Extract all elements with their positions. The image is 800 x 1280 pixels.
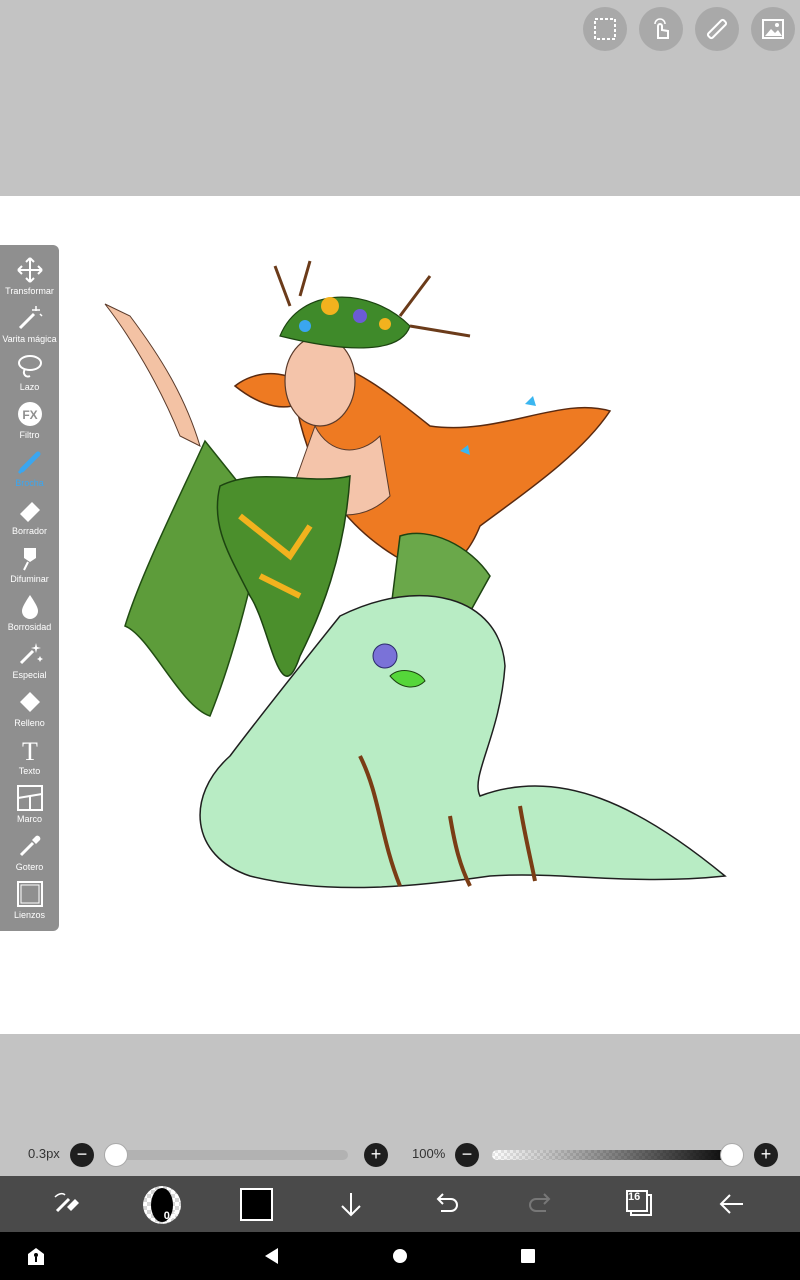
brush-eraser-swap-icon [54, 1192, 79, 1213]
tool-label: Gotero [15, 862, 44, 872]
image-button[interactable] [751, 7, 795, 51]
smudge-icon [15, 543, 45, 573]
tool-label: Lienzos [13, 910, 46, 920]
tool-label: Marco [16, 814, 42, 824]
brush-size-preview-button[interactable]: 0.3 [143, 1186, 181, 1224]
tool-blur[interactable]: Borrosidad [0, 591, 59, 639]
brush-sliders: 0.3px − + 100% − + [0, 1138, 800, 1172]
ruler-button[interactable] [695, 7, 739, 51]
tool-frame[interactable]: Marco [0, 783, 59, 831]
undo-button[interactable] [426, 1184, 466, 1224]
tool-label: Difuminar [10, 574, 49, 584]
tool-label: Varita mágica [2, 334, 57, 344]
touch-button[interactable] [639, 7, 683, 51]
magic-wand-icon [15, 303, 45, 333]
fx-icon: FX [15, 399, 45, 429]
eyedropper-icon [15, 831, 45, 861]
color-picker-swatch[interactable] [240, 1188, 273, 1221]
fx-badge: FX [22, 408, 37, 422]
tool-label: Texto [18, 766, 41, 776]
tool-canvas[interactable]: Lienzos [0, 879, 59, 927]
artwork-illustration [104, 260, 727, 889]
frame-icon [15, 783, 45, 813]
layer-down-button[interactable] [331, 1184, 371, 1224]
tool-eyedropper[interactable]: Gotero [0, 831, 59, 879]
arrow-down-icon [341, 1193, 361, 1217]
arrow-left-icon [719, 1194, 743, 1214]
brush-size-slider[interactable] [104, 1150, 348, 1160]
tool-filter[interactable]: FX Filtro [0, 399, 59, 447]
redo-icon [529, 1193, 551, 1212]
nav-back-icon[interactable] [262, 1246, 282, 1266]
selection-button[interactable] [583, 7, 627, 51]
touch-icon [654, 18, 669, 39]
tool-smudge[interactable]: Difuminar [0, 543, 59, 591]
tool-label: Relleno [14, 718, 45, 728]
redo-button[interactable] [521, 1184, 561, 1224]
tool-special[interactable]: Especial [0, 639, 59, 687]
tool-label: Borrosidad [7, 622, 52, 632]
tool-text[interactable]: T Texto [0, 735, 59, 783]
system-navigation-bar [0, 1232, 800, 1280]
tool-lasso[interactable]: Lazo [0, 351, 59, 399]
tool-label: Especial [12, 670, 47, 680]
tool-fill[interactable]: Relleno [0, 687, 59, 735]
tool-magic-wand[interactable]: Varita mágica [0, 303, 59, 351]
tool-label: Filtro [19, 430, 40, 440]
text-icon: T [15, 735, 45, 765]
text-badge: T [22, 737, 38, 764]
tool-transform[interactable]: Transformar [0, 255, 59, 303]
nav-home-icon[interactable] [392, 1248, 408, 1264]
brush-size-slider-thumb[interactable] [104, 1143, 128, 1167]
lasso-icon [15, 351, 45, 381]
opacity-slider[interactable] [492, 1150, 738, 1160]
back-button[interactable] [712, 1184, 752, 1224]
bottom-action-bar: 0.3 16 [0, 1176, 800, 1232]
brush-size-badge: 0.3 [163, 1210, 179, 1222]
fill-bucket-icon [15, 687, 45, 717]
opacity-decrease-button[interactable]: − [455, 1143, 479, 1167]
layers-button[interactable]: 16 [624, 1188, 652, 1216]
tool-brush[interactable]: Brocha [0, 447, 59, 495]
layer-count-badge: 16 [628, 1191, 641, 1203]
tool-label: Borrador [11, 526, 47, 536]
drawing-canvas[interactable] [0, 196, 800, 1034]
tool-eraser[interactable]: Borrador [0, 495, 59, 543]
tool-label: Transformar [5, 286, 54, 296]
brush-eraser-swap-button[interactable] [46, 1184, 86, 1224]
opacity-slider-thumb[interactable] [720, 1143, 744, 1167]
blur-drop-icon [15, 591, 45, 621]
canvas-icon [15, 879, 45, 909]
opacity-label: 100% [412, 1146, 446, 1161]
opacity-increase-button[interactable]: + [754, 1143, 778, 1167]
brush-size-label: 0.3px [28, 1146, 60, 1161]
tool-label: Brocha [15, 478, 44, 488]
brush-size-increase-button[interactable]: + [364, 1143, 388, 1167]
selection-icon [594, 18, 616, 40]
brush-icon [15, 447, 45, 477]
brush-size-decrease-button[interactable]: − [70, 1143, 94, 1167]
undo-icon [436, 1193, 458, 1212]
nav-recents-icon[interactable] [520, 1248, 536, 1264]
tool-palette: Transformar Varita mágica Lazo FX Filtro… [0, 245, 59, 931]
sparkle-icon [15, 639, 45, 669]
top-toolbar [583, 7, 795, 51]
move-arrows-icon [15, 255, 45, 285]
accessibility-icon[interactable] [25, 1245, 47, 1267]
ruler-icon [706, 18, 728, 40]
image-icon [762, 19, 784, 39]
eraser-icon [15, 495, 45, 525]
tool-label: Lazo [19, 382, 40, 392]
